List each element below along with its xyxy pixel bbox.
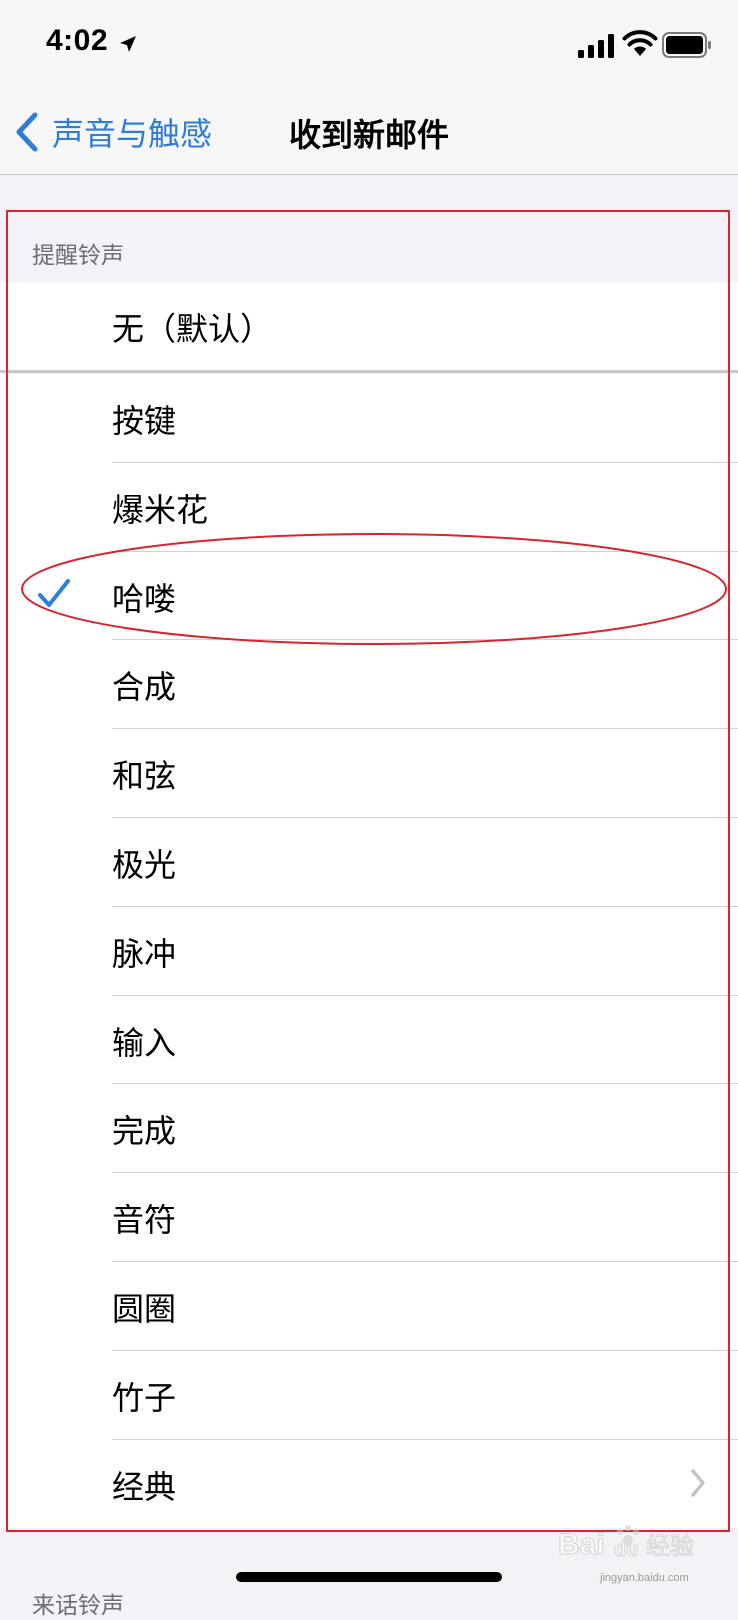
watermark-url: jingyan.baidu.com (600, 1572, 689, 1584)
list-item[interactable]: 合成 (0, 640, 738, 730)
status-bar: 4:02 (0, 0, 738, 90)
section-header-alert-tone: 提醒铃声 (0, 212, 738, 282)
page-title: 收到新邮件 (288, 116, 449, 154)
baidu-watermark-logo: Bai du 经验 (558, 1525, 695, 1562)
svg-text:du: du (614, 1539, 638, 1561)
battery-icon (662, 32, 711, 58)
tone-list: 按键 爆米花 哈喽 合成 和弦 极光 脉冲 输入 完成 音符 圆圈 竹子 经典 (0, 374, 738, 1528)
list-item-label: 和弦 (112, 757, 177, 796)
checkmark-icon (38, 578, 70, 607)
section-header-ringtone: 来话铃声 (32, 1593, 124, 1619)
chevron-right-icon (691, 1468, 705, 1497)
location-arrow-icon (120, 36, 136, 52)
default-option-group: 无（默认） (0, 282, 738, 373)
list-item-label: 音符 (112, 1201, 177, 1240)
list-item-label: 极光 (112, 845, 177, 884)
svg-text:Bai: Bai (558, 1528, 605, 1561)
list-item-label: 圆圈 (112, 1289, 177, 1328)
list-item-label: 无（默认） (112, 310, 273, 348)
list-item-label: 输入 (112, 1023, 177, 1062)
list-item-classic[interactable]: 经典 (0, 1440, 738, 1529)
list-item-label: 经典 (112, 1467, 177, 1506)
list-item[interactable]: 爆米花 (0, 463, 738, 552)
list-item[interactable]: 脉冲 (0, 907, 738, 996)
list-item-none-default[interactable]: 无（默认） (0, 282, 738, 370)
cellular-signal-icon (578, 34, 614, 58)
list-item-selected[interactable]: 哈喽 (0, 552, 738, 641)
navigation-bar: 声音与触感 收到新邮件 (0, 90, 738, 175)
list-item[interactable]: 输入 (0, 996, 738, 1085)
list-item-label: 合成 (112, 668, 177, 707)
list-item-label: 完成 (112, 1112, 177, 1151)
wifi-icon (622, 30, 658, 56)
list-item[interactable]: 圆圈 (0, 1262, 738, 1351)
svg-text:经验: 经验 (646, 1532, 694, 1560)
list-item[interactable]: 音符 (0, 1173, 738, 1262)
list-item-label: 哈喽 (112, 579, 177, 618)
list-item-label: 脉冲 (112, 934, 177, 973)
list-item[interactable]: 竹子 (0, 1351, 738, 1440)
section-header-label: 提醒铃声 (32, 243, 124, 269)
list-item[interactable]: 极光 (0, 818, 738, 907)
list-item-label: 爆米花 (112, 490, 209, 529)
list-item-label: 按键 (112, 402, 177, 440)
list-item-label: 竹子 (112, 1378, 177, 1417)
status-time: 4:02 (46, 24, 109, 57)
home-indicator[interactable] (236, 1572, 502, 1582)
list-item[interactable]: 完成 (0, 1084, 738, 1174)
list-item[interactable]: 和弦 (0, 729, 738, 818)
list-item[interactable]: 按键 (0, 374, 738, 463)
